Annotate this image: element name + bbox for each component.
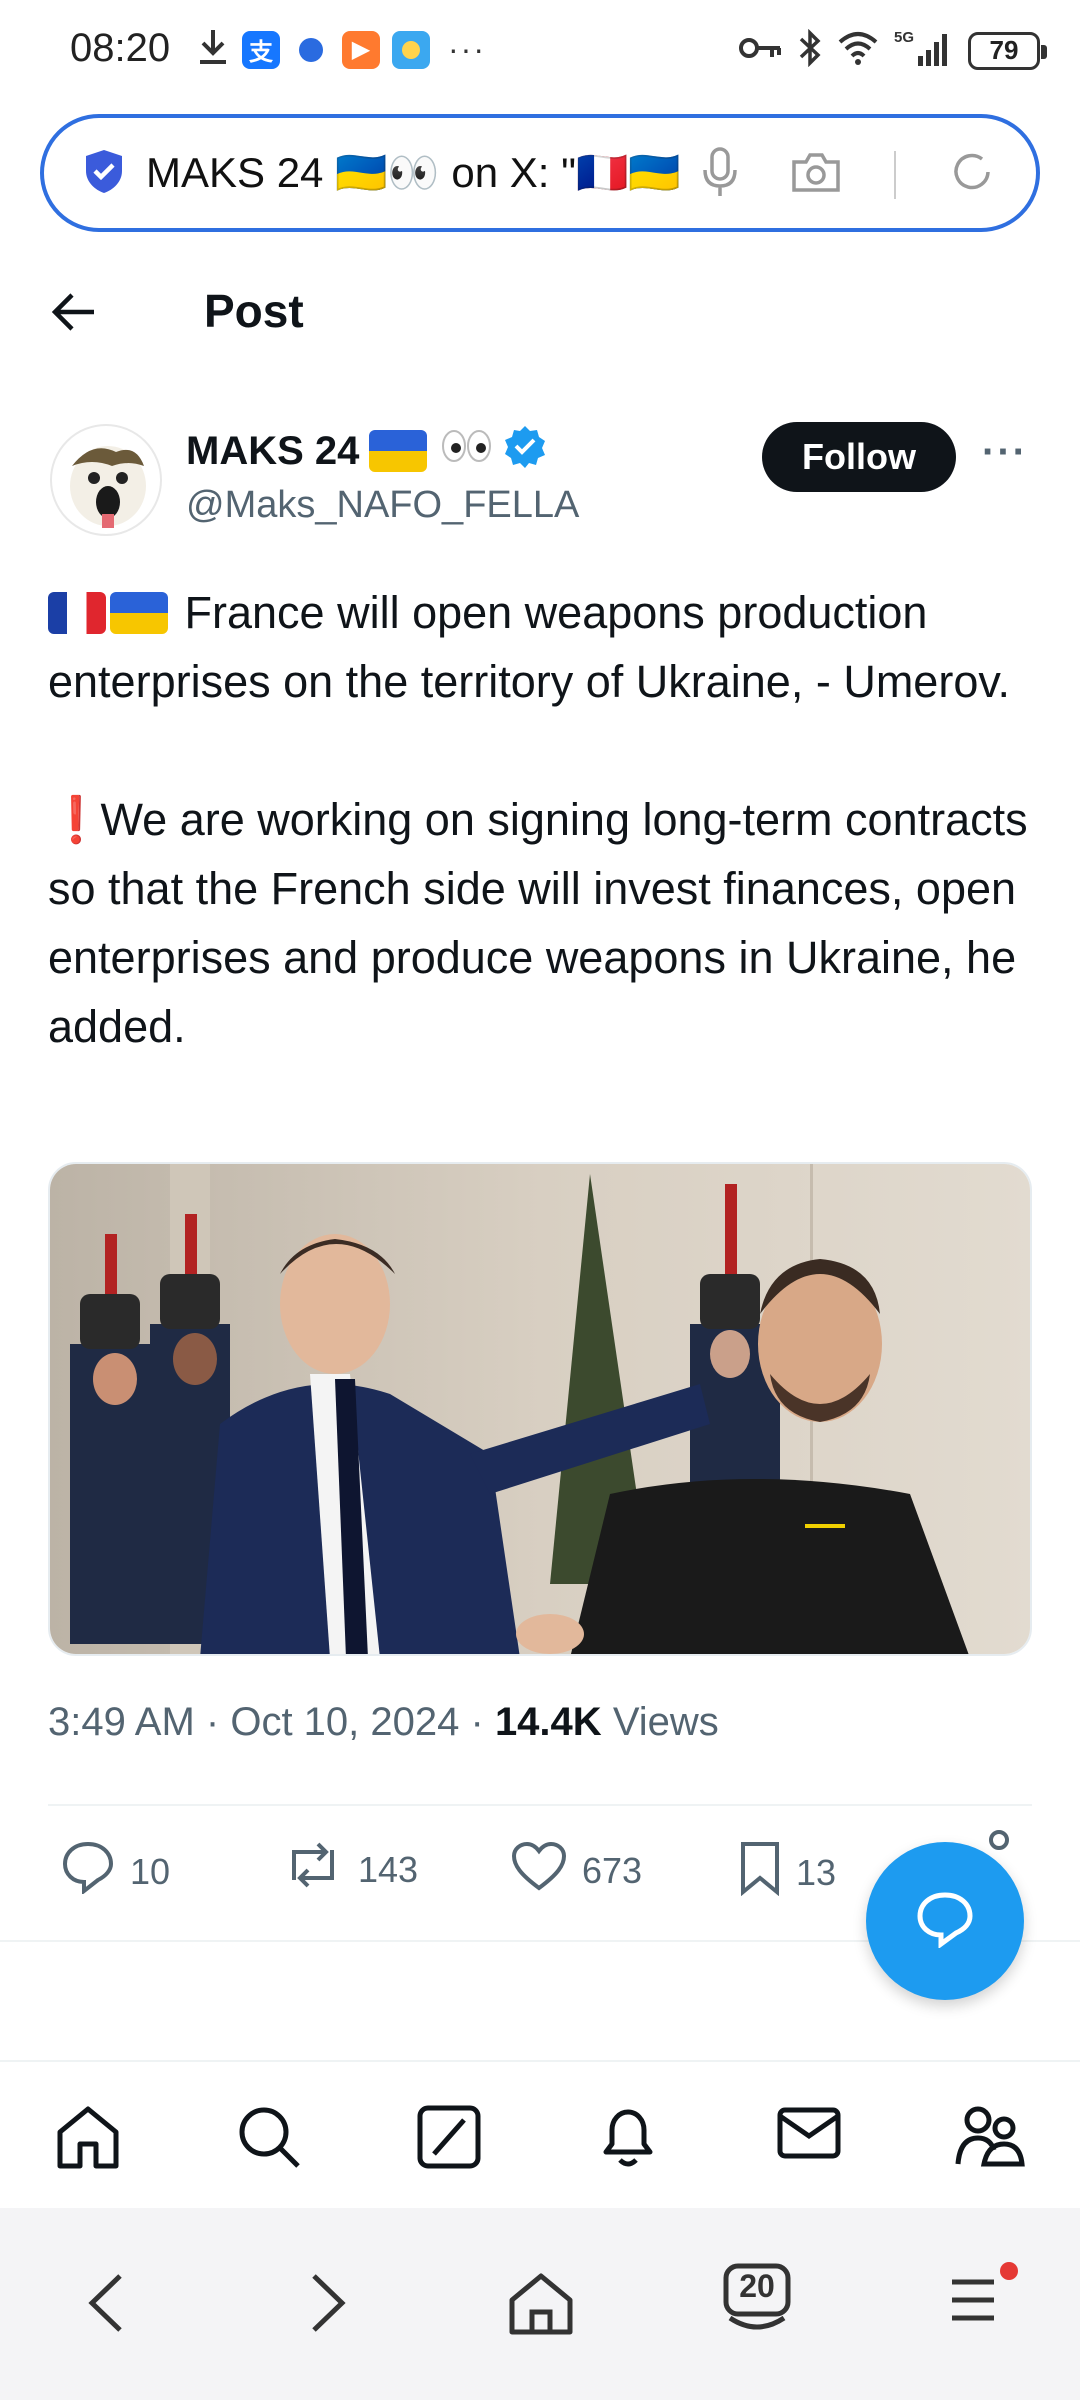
more-options-icon[interactable]: ··· xyxy=(982,430,1028,475)
post-header: Post xyxy=(0,262,1080,362)
more-notifications-icon: ··· xyxy=(448,31,486,67)
repost-icon xyxy=(282,1840,344,1899)
exclamation-icon: ❗ xyxy=(48,794,105,845)
tweet-meta: 3:49 AM · Oct 10, 2024 · 14.4K Views xyxy=(48,1700,719,1745)
page-title: Post xyxy=(204,285,304,337)
repost-count: 143 xyxy=(358,1848,419,1890)
status-system-icons: 5G 79 xyxy=(738,28,1047,73)
signal-icon: 5G xyxy=(894,28,954,73)
address-bar[interactable]: MAKS 24 🇺🇦👀 on X: "🇫🇷🇺🇦 xyxy=(40,114,1040,232)
tweet-text: France will open weapons production ente… xyxy=(48,578,1038,1061)
ukraine-flag-icon xyxy=(369,430,428,472)
bluetooth-icon xyxy=(798,28,822,72)
wifi-icon xyxy=(836,30,880,71)
bookmark-count: 13 xyxy=(796,1851,837,1893)
heart-icon xyxy=(510,1840,568,1901)
reply-icon xyxy=(60,1840,116,1903)
back-arrow-icon[interactable] xyxy=(50,290,98,339)
svg-text:5G: 5G xyxy=(894,29,914,46)
refresh-icon[interactable] xyxy=(948,148,996,201)
france-flag-icon xyxy=(48,592,106,634)
grok-icon[interactable] xyxy=(416,2104,482,2175)
bookmark-button[interactable]: 13 xyxy=(738,1840,836,1905)
meta-separator: · xyxy=(205,1700,231,1744)
browser-tabs-button[interactable]: 20 xyxy=(722,2262,792,2343)
messages-envelope-icon[interactable] xyxy=(776,2104,842,2167)
bookmark-icon xyxy=(738,1840,782,1905)
menu-notification-dot xyxy=(1000,2262,1018,2280)
alipay-icon: 支 xyxy=(242,30,280,69)
follow-button[interactable]: Follow xyxy=(762,422,956,492)
home-icon[interactable] xyxy=(54,2104,122,2175)
views-count: 14.4K xyxy=(494,1700,602,1744)
ukraine-flag-icon xyxy=(110,592,168,634)
compose-reply-fab[interactable] xyxy=(866,1842,1024,2000)
app-blue-drop-icon xyxy=(292,31,330,69)
tabs-count: 20 xyxy=(739,2268,775,2304)
status-notification-icons: 支 ▶ ··· xyxy=(196,28,486,71)
download-icon xyxy=(196,28,230,71)
tweet-paragraph-1: France will open weapons production ente… xyxy=(48,587,1011,707)
key-icon xyxy=(738,33,784,68)
tweet-date[interactable]: Oct 10, 2024 xyxy=(230,1700,459,1744)
reply-count: 10 xyxy=(130,1850,171,1892)
reply-button[interactable]: 10 xyxy=(60,1840,170,1903)
like-count: 673 xyxy=(582,1849,643,1891)
address-bar-text[interactable]: MAKS 24 🇺🇦👀 on X: "🇫🇷🇺🇦 xyxy=(146,149,706,198)
microphone-icon[interactable] xyxy=(702,146,738,203)
author-name-text[interactable]: MAKS 24 xyxy=(186,429,359,474)
tweet-time[interactable]: 3:49 AM xyxy=(48,1700,195,1744)
address-divider xyxy=(894,150,896,199)
browser-back-icon[interactable] xyxy=(84,2270,128,2341)
app-bottom-nav xyxy=(0,2060,1080,2208)
browser-bottom-nav: 20 xyxy=(0,2208,1080,2400)
like-button[interactable]: 673 xyxy=(510,1840,642,1901)
reply-bubble-icon xyxy=(914,1890,976,1953)
author-name[interactable]: MAKS 24 xyxy=(186,424,547,478)
communities-icon[interactable] xyxy=(954,2104,1026,2175)
repost-button[interactable]: 143 xyxy=(282,1840,418,1899)
browser-home-icon[interactable] xyxy=(506,2270,576,2341)
tweet-photo[interactable] xyxy=(48,1162,1032,1656)
browser-forward-icon[interactable] xyxy=(306,2270,350,2341)
avatar[interactable] xyxy=(50,424,162,536)
weather-app-icon xyxy=(392,30,430,69)
author-handle[interactable]: @Maks_NAFO_FELLA xyxy=(186,484,579,527)
views-label: Views xyxy=(612,1700,719,1744)
notifications-bell-icon[interactable] xyxy=(596,2104,660,2175)
eyes-emoji-icon xyxy=(441,428,493,474)
browser-menu-icon[interactable] xyxy=(948,2270,998,2335)
camera-icon[interactable] xyxy=(790,150,842,199)
search-icon[interactable] xyxy=(236,2104,302,2175)
video-app-icon: ▶ xyxy=(342,30,380,69)
divider xyxy=(48,1804,1032,1806)
verified-badge-icon xyxy=(503,424,547,478)
status-time: 08:20 xyxy=(70,26,171,70)
battery-icon: 79 xyxy=(968,31,1047,70)
meta-separator: · xyxy=(470,1700,495,1744)
status-bar: 08:20 支 ▶ ··· 5G 79 xyxy=(0,0,1080,100)
tweet-paragraph-2: ❗ We are working on signing long-term co… xyxy=(48,785,1038,1061)
verified-shield-icon xyxy=(80,147,128,200)
